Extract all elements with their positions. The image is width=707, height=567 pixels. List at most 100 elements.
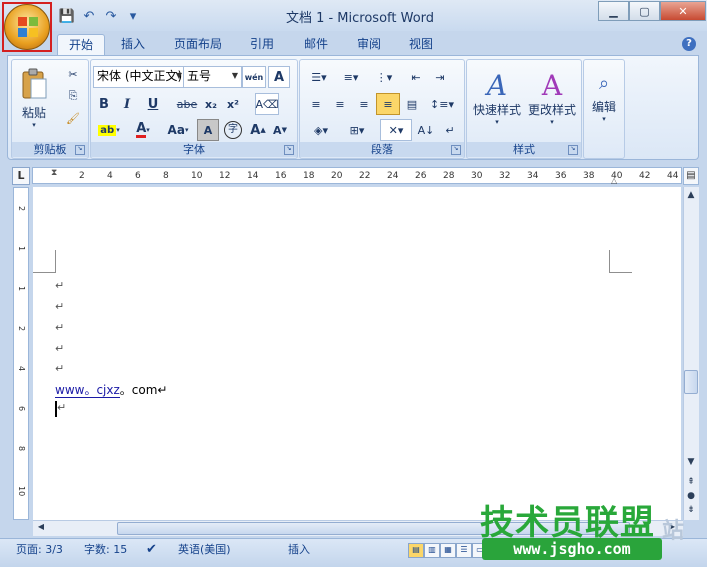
change-case-button[interactable]: Aa ▾ bbox=[161, 119, 195, 141]
page-count-status[interactable]: 页面: 3/3 bbox=[16, 541, 63, 558]
maximize-button[interactable]: ▢ bbox=[629, 1, 660, 21]
numbering-icon[interactable]: ≡▾ bbox=[336, 66, 366, 88]
right-indent-icon[interactable]: △ bbox=[611, 176, 619, 185]
highlight-box bbox=[2, 2, 52, 52]
tab-view[interactable]: 视图 bbox=[399, 34, 443, 55]
clear-format-icon[interactable]: A⌫ bbox=[255, 93, 279, 115]
document-text-line[interactable]: www。cjxz。com↵ bbox=[55, 381, 167, 398]
clipboard-launcher-icon[interactable]: ↘ bbox=[75, 145, 85, 155]
font-color-button[interactable]: A ▾ bbox=[127, 119, 159, 141]
scroll-up-icon[interactable]: ▲ bbox=[684, 188, 698, 202]
tab-mailings[interactable]: 邮件 bbox=[294, 34, 338, 55]
format-painter-icon[interactable]: 🖌 bbox=[62, 107, 84, 129]
view-ruler-icon[interactable]: ▤ bbox=[683, 167, 699, 185]
sort-icon[interactable]: A↓ bbox=[414, 119, 438, 141]
paragraph-launcher-icon[interactable]: ↘ bbox=[451, 145, 461, 155]
ruler-tick-label: 32 bbox=[499, 171, 511, 181]
enclose-characters-button[interactable]: 字 bbox=[221, 119, 245, 141]
vertical-ruler[interactable]: 2 1 1 2 4 6 8 10 bbox=[13, 187, 29, 520]
hyperlink-text[interactable]: www。cjxz bbox=[55, 383, 120, 398]
align-left-icon[interactable]: ≡ bbox=[304, 93, 328, 115]
chinese-layout-icon[interactable]: ✕▾ bbox=[380, 119, 412, 141]
minimize-button[interactable]: ▁ bbox=[598, 1, 629, 21]
horizontal-ruler[interactable]: ⧗ 2 4 6 8 10 12 14 16 18 20 22 24 26 28 30 32 34 36 38 40 42… bbox=[32, 167, 682, 185]
distributed-icon[interactable]: ▤ bbox=[400, 93, 424, 115]
strikethrough-button[interactable]: abe bbox=[174, 93, 200, 115]
shading-icon[interactable]: ◈▾ bbox=[304, 119, 338, 141]
char-border-button[interactable]: A bbox=[268, 66, 290, 88]
paste-icon bbox=[22, 68, 47, 98]
word-count-status[interactable]: 字数: 15 bbox=[84, 541, 127, 558]
grow-font-label: A bbox=[250, 122, 261, 138]
tab-page-layout[interactable]: 页面布局 bbox=[166, 34, 230, 55]
char-shading-button[interactable]: A bbox=[197, 119, 219, 141]
indent-marker-icon[interactable]: ⧗ bbox=[51, 168, 61, 185]
multilevel-list-icon[interactable]: ⋮▾ bbox=[368, 66, 400, 88]
print-layout-icon[interactable]: ▤ bbox=[408, 543, 424, 558]
font-launcher-icon[interactable]: ↘ bbox=[284, 145, 294, 155]
change-styles-button[interactable]: A 更改样式 ▾ bbox=[525, 63, 579, 133]
vertical-scroll-thumb[interactable] bbox=[684, 370, 698, 394]
superscript-button[interactable]: x² bbox=[222, 93, 244, 115]
help-icon[interactable]: ? bbox=[682, 37, 696, 51]
font-name-combo[interactable]: 宋体 (中文正文) ▼ bbox=[93, 66, 186, 88]
quick-styles-button[interactable]: A 快速样式 ▾ bbox=[469, 63, 525, 133]
decrease-indent-icon[interactable]: ⇤ bbox=[404, 66, 428, 88]
redo-icon[interactable]: ↷ bbox=[102, 7, 120, 25]
paragraph-group: ☰▾ ≡▾ ⋮▾ ⇤ ⇥ ≡ ≡ ≡ ≡ ▤ ↕≡▾ ◈▾ ⊞▾ ✕▾ A↓ ↵… bbox=[299, 59, 465, 159]
cut-icon[interactable]: ✂ bbox=[62, 63, 84, 85]
full-screen-reading-icon[interactable]: ▥ bbox=[424, 543, 440, 558]
underline-button[interactable]: U bbox=[139, 93, 167, 115]
tab-references[interactable]: 引用 bbox=[240, 34, 284, 55]
highlight-color-button[interactable]: ab ▾ bbox=[93, 119, 125, 141]
customize-qat-icon[interactable]: ▾ bbox=[124, 7, 142, 25]
next-page-icon[interactable]: ⇟ bbox=[684, 503, 698, 517]
font-size-combo[interactable]: 五号 ▼ bbox=[183, 66, 242, 88]
close-button[interactable]: ✕ bbox=[660, 1, 706, 21]
justify-icon[interactable]: ≡ bbox=[376, 93, 400, 115]
editing-group: ⌕ 编辑 ▾ bbox=[583, 59, 625, 159]
previous-page-icon[interactable]: ⇞ bbox=[684, 475, 698, 489]
chevron-down-icon: ▼ bbox=[231, 71, 239, 80]
ruler-tick-label: 8 bbox=[163, 171, 169, 181]
shrink-font-button[interactable]: A ▼ bbox=[269, 119, 291, 141]
align-center-icon[interactable]: ≡ bbox=[328, 93, 352, 115]
outline-view-icon[interactable]: ☰ bbox=[456, 543, 472, 558]
save-icon[interactable]: 💾 bbox=[58, 7, 76, 25]
copy-icon[interactable]: ⎘ bbox=[62, 85, 84, 107]
undo-icon[interactable]: ↶ bbox=[80, 7, 98, 25]
vertical-scrollbar[interactable] bbox=[683, 187, 699, 520]
bullets-icon[interactable]: ☰▾ bbox=[304, 66, 334, 88]
scroll-left-icon[interactable]: ◀ bbox=[34, 522, 48, 535]
proofing-icon[interactable]: ✔ bbox=[146, 541, 157, 558]
tab-selector[interactable]: L bbox=[12, 167, 30, 185]
borders-icon[interactable]: ⊞▾ bbox=[340, 119, 374, 141]
show-marks-icon[interactable]: ↵ bbox=[438, 119, 462, 141]
phonetic-guide-button[interactable]: wén bbox=[242, 66, 266, 88]
line-spacing-icon[interactable]: ↕≡▾ bbox=[426, 93, 458, 115]
ruler-tick-label: 16 bbox=[275, 171, 287, 181]
language-status[interactable]: 英语(美国) bbox=[178, 541, 231, 558]
scroll-down-icon[interactable]: ▼ bbox=[684, 455, 698, 469]
grow-font-button[interactable]: A ▲ bbox=[247, 119, 269, 141]
binoculars-icon: ⌕ bbox=[598, 73, 610, 94]
ruler-tick-label: 26 bbox=[415, 171, 427, 181]
document-page[interactable] bbox=[33, 187, 681, 520]
web-layout-icon[interactable]: ▦ bbox=[440, 543, 456, 558]
paste-button[interactable]: 粘贴 ▾ bbox=[16, 63, 52, 133]
select-browse-object-icon[interactable]: ● bbox=[684, 489, 698, 503]
increase-indent-icon[interactable]: ⇥ bbox=[428, 66, 452, 88]
tab-review[interactable]: 审阅 bbox=[347, 34, 391, 55]
font-group-label: 字体 bbox=[91, 142, 297, 157]
paragraph-mark: ↵ bbox=[55, 342, 65, 355]
italic-button[interactable]: I bbox=[116, 93, 138, 115]
tab-insert[interactable]: 插入 bbox=[111, 34, 155, 55]
bold-button[interactable]: B bbox=[93, 93, 115, 115]
tab-home[interactable]: 开始 bbox=[57, 34, 105, 56]
insert-mode-status[interactable]: 插入 bbox=[288, 541, 310, 558]
subscript-button[interactable]: x₂ bbox=[200, 93, 222, 115]
styles-launcher-icon[interactable]: ↘ bbox=[568, 145, 578, 155]
editing-button[interactable]: ⌕ 编辑 ▾ bbox=[586, 63, 622, 133]
highlighter-icon: ab bbox=[98, 124, 117, 136]
align-right-icon[interactable]: ≡ bbox=[352, 93, 376, 115]
